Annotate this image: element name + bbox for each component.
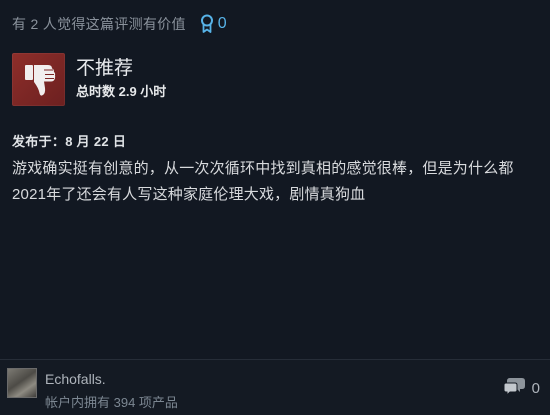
award-ribbon-icon [200, 14, 214, 34]
helpful-summary: 有 2 人觉得这篇评测有价值 0 [12, 13, 227, 35]
author-name[interactable]: Echofalls. [45, 371, 106, 387]
review-body: 游戏确实挺有创意的，从一次次循环中找到真相的感觉很棒，但是为什么都2021年了还… [12, 160, 514, 203]
thumbs-down-icon [12, 53, 65, 106]
award-button[interactable]: 0 [200, 14, 227, 34]
comment-button[interactable]: 0 [503, 376, 540, 401]
review-verdict: 不推荐 总时数 2.9 小时 [12, 53, 166, 106]
review-footer: Echofalls. 帐户内拥有 394 项产品 0 [0, 360, 550, 415]
comment-bubble-icon [503, 376, 526, 401]
avatar[interactable] [7, 368, 37, 398]
posted-date: 发布于：8 月 22 日 [12, 134, 127, 149]
review-card: 有 2 人觉得这篇评测有价值 0 不推荐 总时数 2.9 小时 发布于：8 月 … [0, 0, 550, 415]
verdict-title[interactable]: 不推荐 [76, 58, 166, 80]
author-product-count[interactable]: 帐户内拥有 394 项产品 [45, 392, 178, 411]
playtime-hours: 总时数 2.9 小时 [76, 84, 167, 99]
comment-count: 0 [531, 380, 540, 397]
helpful-text: 有 2 人觉得这篇评测有价值 [12, 16, 186, 32]
award-count: 0 [217, 15, 227, 32]
